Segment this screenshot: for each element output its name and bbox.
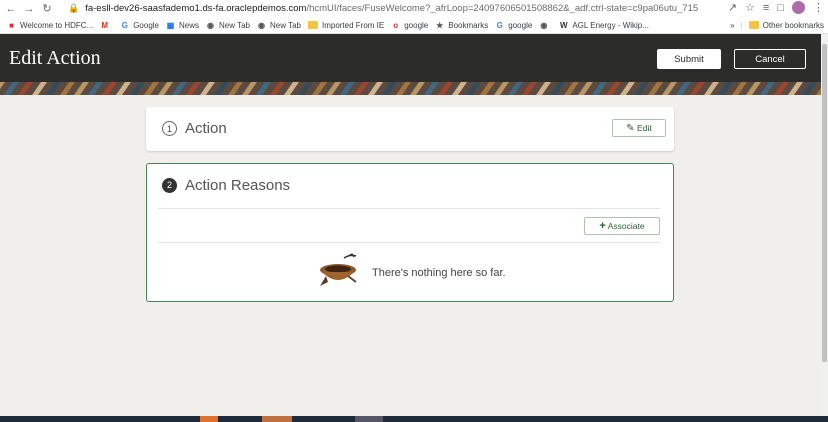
back-icon[interactable]: ← [4, 3, 18, 15]
action-section-title: Action [185, 120, 227, 137]
bookmark-label: Welcome to HDFC... [20, 20, 94, 30]
scrollbar-thumb[interactable] [822, 44, 827, 362]
bookmark-label: Bookmarks [448, 20, 489, 30]
star-icon: ★ [436, 20, 444, 30]
bookmark-label: google [508, 20, 533, 30]
bookmark-label: News [179, 20, 200, 30]
url-path: /hcmUI/faces/FuseWelcome?_afrLoop=240976… [306, 3, 699, 14]
bookmark-item[interactable]: Imported From IE [307, 20, 385, 30]
globe-icon: ◉ [207, 20, 214, 30]
bookmark-item[interactable]: ◉ [539, 21, 552, 30]
edit-button[interactable]: ✎ Edit [612, 119, 666, 137]
share-icon[interactable]: ↗ [728, 1, 737, 14]
hdfc-icon: ■ [9, 20, 14, 30]
decorative-header-band [0, 82, 828, 95]
bookmark-item[interactable]: ▦ News [166, 21, 199, 30]
browser-menu-icon[interactable]: ⋮ [813, 1, 824, 14]
folder-icon [307, 21, 318, 29]
step-number-1: 1 [162, 121, 177, 136]
page-title: Edit Action [9, 47, 101, 69]
forward-icon[interactable]: → [22, 3, 36, 15]
bookmark-item[interactable]: M [100, 21, 113, 30]
bookmark-label: Google [133, 20, 159, 30]
bookmark-label: Imported From IE [321, 20, 385, 30]
os-taskbar [0, 416, 828, 422]
empty-state-message: There's nothing here so far. [372, 267, 506, 279]
bookmarks-bar: ■ Welcome to HDFC... M G Google ▦ News ◉ New Tab… [0, 17, 828, 34]
google-icon: G [496, 20, 503, 30]
more-bookmarks-button[interactable]: » [730, 21, 734, 30]
url-field[interactable]: fa-esll-dev26-saasfademo1.ds-fa.oraclepd… [85, 3, 698, 14]
browser-toolbar-icons: ↗ ☆ ≡ □ ⋮ [728, 1, 824, 14]
bookmark-label: AGL Energy - Wikip... [572, 20, 649, 30]
bookmark-label: google [404, 20, 429, 30]
taskbar-app[interactable] [262, 416, 292, 422]
step-number-2: 2 [162, 178, 177, 193]
bookmark-item[interactable]: Ggoogle [495, 20, 533, 30]
folder-icon [748, 21, 759, 29]
side-panel-icon[interactable]: □ [777, 2, 784, 14]
other-bookmarks-button[interactable]: Other bookmarks [763, 21, 824, 30]
empty-nest-icon [320, 253, 357, 286]
url-host: fa-esll-dev26-saasfademo1.ds-fa.oraclepd… [85, 3, 307, 14]
reading-list-icon[interactable]: ≡ [763, 2, 769, 14]
bookmark-item[interactable]: ◉ New Tab [257, 21, 301, 30]
bookmark-item[interactable]: ◉ New Tab [206, 21, 250, 30]
taskbar-app[interactable] [355, 416, 383, 422]
divider [158, 242, 660, 243]
wikipedia-icon: W [560, 20, 568, 30]
bookmark-item[interactable]: o google [391, 21, 428, 30]
news-icon: ▦ [166, 20, 175, 30]
bookmark-label: New Tab [219, 20, 250, 30]
taskbar-app[interactable] [200, 416, 218, 422]
browser-address-bar: ← → ↻ 🔒 fa-esll-dev26-saasfademo1.ds-fa.… [0, 0, 828, 17]
bookmark-item[interactable]: ★ Bookmarks [435, 21, 488, 30]
action-reasons-section-title: Action Reasons [185, 177, 291, 194]
globe-icon: ◉ [258, 20, 265, 30]
opera-icon: o [393, 20, 399, 30]
google-icon: G [121, 20, 128, 30]
bookmark-item[interactable]: W AGL Energy - Wikip... [559, 21, 649, 30]
gmail-icon: M [101, 20, 109, 30]
cancel-button[interactable]: Cancel [734, 49, 806, 69]
bookmark-label: New Tab [270, 20, 301, 30]
bookmark-item[interactable]: G Google [120, 21, 159, 30]
reload-icon[interactable]: ↻ [40, 2, 54, 15]
associate-button[interactable]: + Associate [584, 217, 660, 235]
submit-button[interactable]: Submit [657, 49, 721, 69]
pencil-icon: ✎ [626, 123, 635, 134]
lock-icon: 🔒 [68, 3, 80, 13]
profile-avatar[interactable] [792, 1, 805, 14]
edit-button-label: Edit [637, 123, 652, 133]
plus-icon: + [599, 220, 606, 232]
associate-button-label: Associate [607, 221, 645, 231]
bookmark-item[interactable]: ■ Welcome to HDFC... [7, 21, 93, 30]
bookmark-star-icon[interactable]: ☆ [745, 1, 755, 14]
globe-icon: ◉ [540, 20, 548, 30]
divider [158, 208, 660, 209]
